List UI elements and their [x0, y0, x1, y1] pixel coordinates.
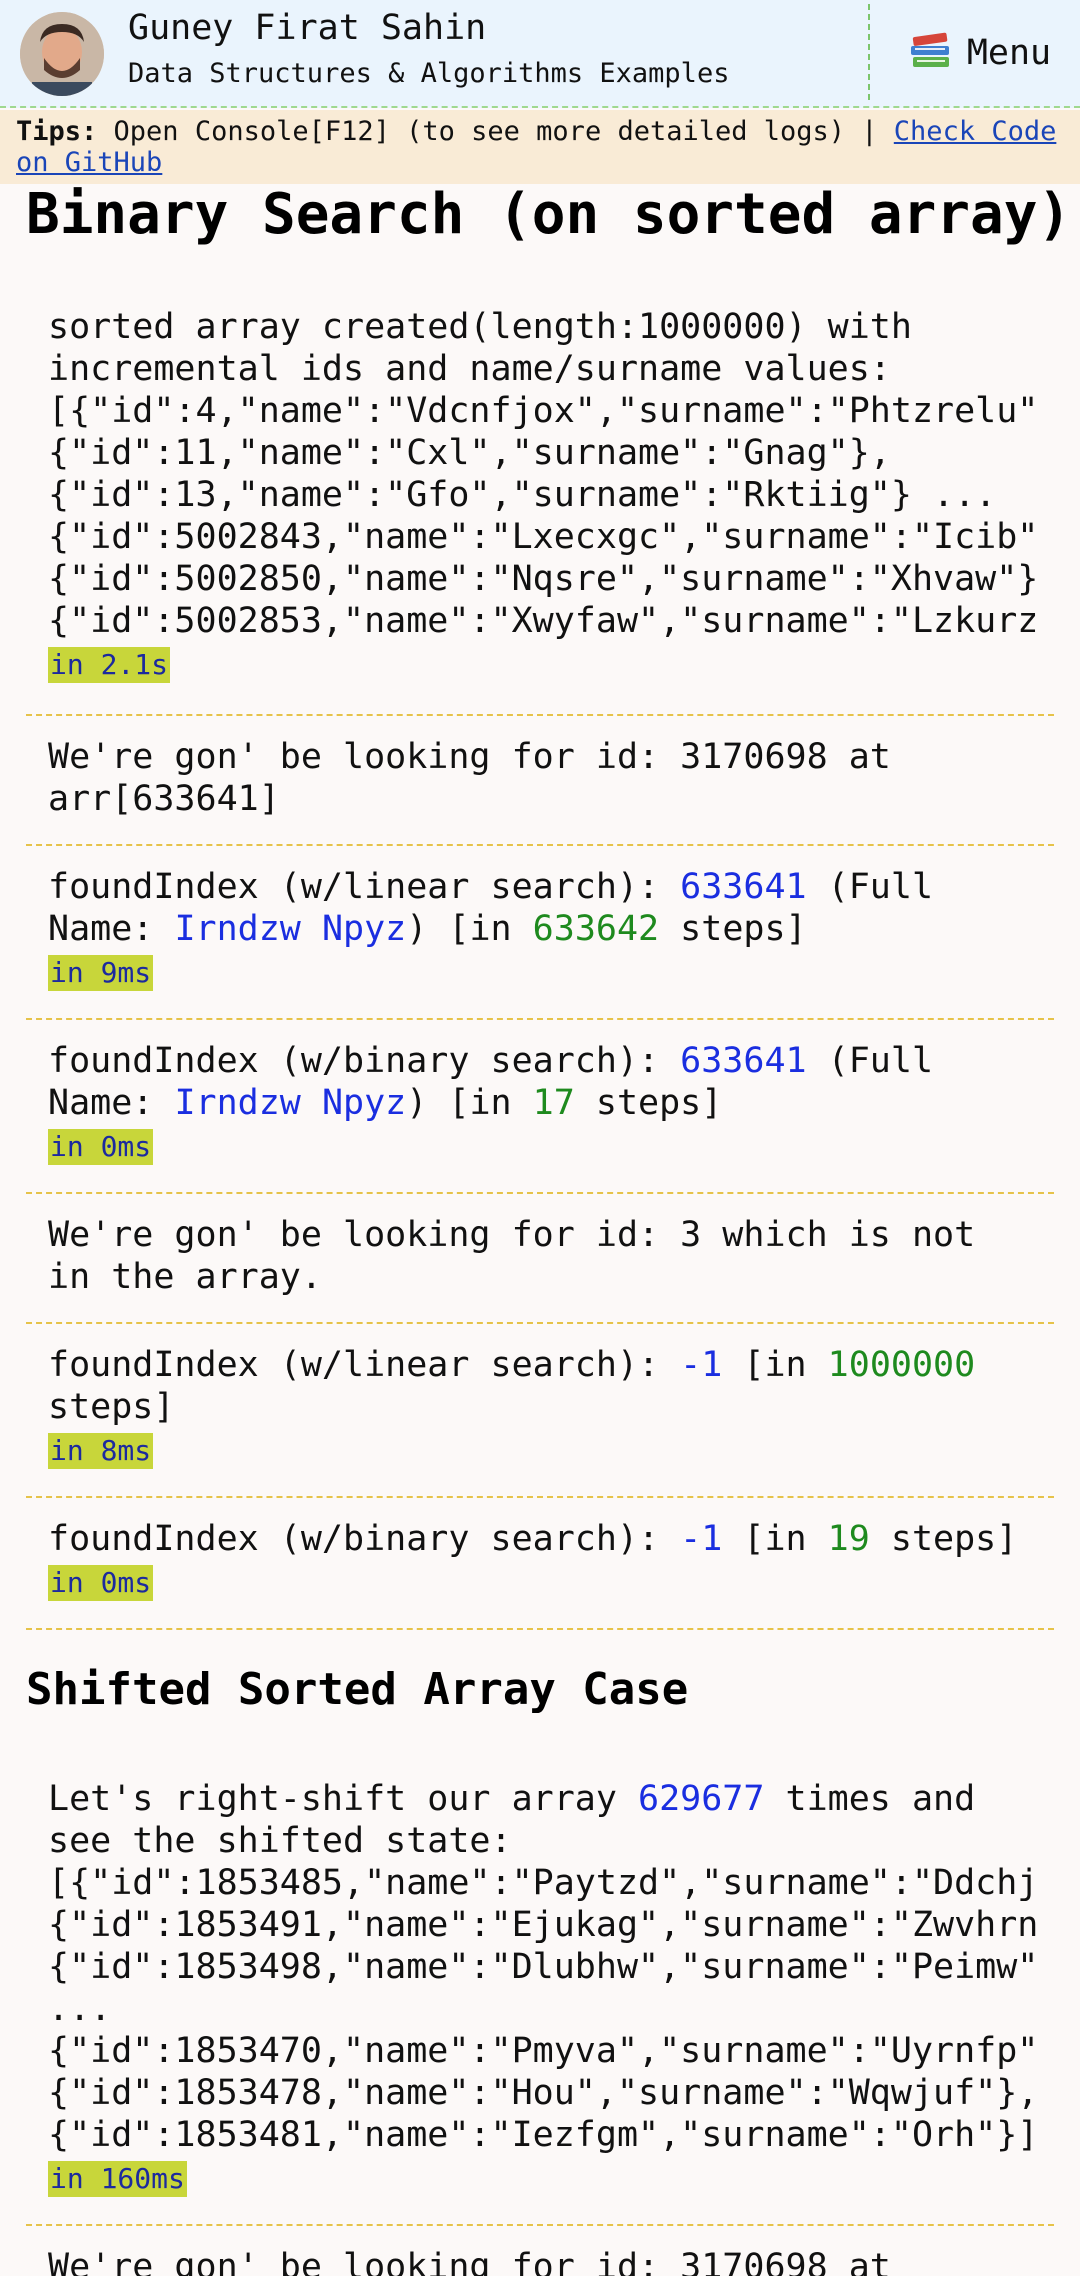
menu-label: Menu: [966, 33, 1052, 73]
timing-badge: in 8ms: [48, 1433, 154, 1469]
tips-bar: Tips: Open Console[F12] (to see more det…: [0, 110, 1080, 184]
found-index: 633641: [680, 1041, 807, 1081]
step-count: 19: [827, 1519, 870, 1559]
step-count: 633642: [532, 909, 660, 949]
timing-badge: in 160ms: [48, 2161, 187, 2197]
books-icon: [909, 31, 953, 75]
log-shifted-array: Let's right-shift our array 629677 times…: [26, 1758, 1054, 2226]
site-header: Guney Firat Sahin Data Structures & Algo…: [0, 0, 1080, 108]
found-index: 633641: [680, 867, 807, 907]
header-divider: [868, 4, 870, 100]
timing-badge: in 2.1s: [48, 647, 171, 683]
step-count: 17: [532, 1083, 575, 1123]
found-index: -1: [680, 1345, 723, 1385]
menu-button[interactable]: Menu: [880, 8, 1080, 98]
log-search-missing: We're gon' be looking for id: 3 which is…: [26, 1194, 1054, 1324]
timing-badge: in 9ms: [48, 955, 154, 991]
step-count: 1000000: [827, 1345, 976, 1385]
timing-badge: in 0ms: [48, 1565, 154, 1601]
log-search-target-partial: We're gon' be looking for id: 3170698 at: [48, 2247, 891, 2276]
log-binary-missing: foundIndex (w/binary search): -1 [in 19 …: [26, 1498, 1054, 1630]
full-name: Irndzw Npyz: [174, 909, 407, 949]
log-linear-result: foundIndex (w/linear search): 633641 (Fu…: [26, 846, 1054, 1020]
author-name[interactable]: Guney Firat Sahin: [128, 8, 486, 48]
section-title: Shifted Sorted Array Case: [26, 1664, 689, 1715]
tips-text: Open Console[F12] (to see more detailed …: [97, 116, 894, 147]
tips-label: Tips:: [16, 116, 98, 147]
site-subtitle: Data Structures & Algorithms Examples: [128, 58, 730, 89]
log-binary-result: foundIndex (w/binary search): 633641 (Fu…: [26, 1020, 1054, 1194]
log-array-created: sorted array created(length:1000000) wit…: [26, 306, 1054, 716]
avatar[interactable]: [20, 12, 104, 96]
full-name: Irndzw Npyz: [174, 1083, 407, 1123]
shift-count: 629677: [638, 1779, 765, 1819]
found-index: -1: [680, 1519, 723, 1559]
log-linear-missing: foundIndex (w/linear search): -1 [in 100…: [26, 1324, 1054, 1498]
page-title: Binary Search (on sorted array): [26, 182, 1072, 247]
timing-badge: in 0ms: [48, 1129, 154, 1165]
log-search-target: We're gon' be looking for id: 3170698 at…: [26, 716, 1054, 846]
